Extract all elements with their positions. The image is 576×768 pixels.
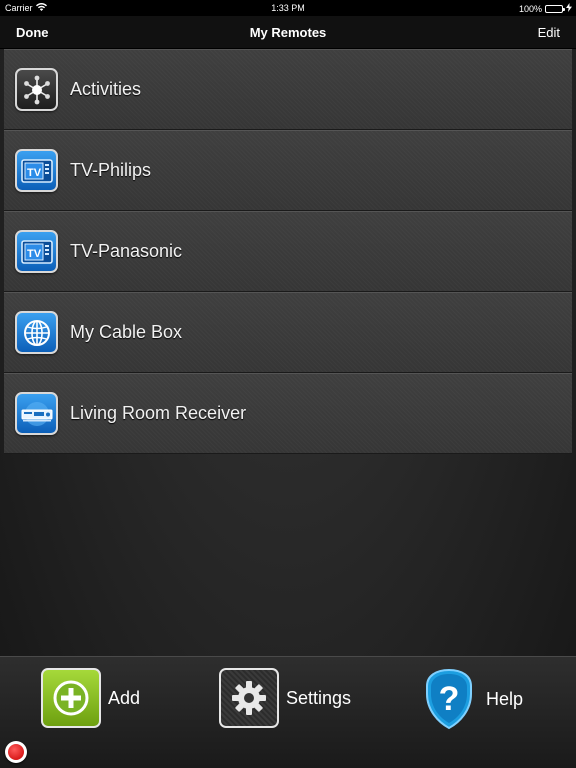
receiver-icon [15, 392, 58, 435]
help-button[interactable]: ? Help [424, 668, 523, 730]
help-shield-icon: ? [426, 668, 472, 730]
remote-label-cable-box: My Cable Box [70, 322, 183, 342]
tv-icon: TV [15, 149, 58, 192]
battery-icon [545, 4, 565, 13]
remote-list: Activities TV TV-Philips TV TV-Panasonic… [4, 49, 572, 454]
gear-icon [232, 681, 266, 715]
status-bar: Carrier 1:33 PM 100% [0, 0, 576, 16]
plus-circle-icon [53, 680, 89, 716]
remote-label-activities: Activities [70, 79, 142, 99]
settings-icon-box [219, 668, 279, 728]
status-right: 100% [519, 3, 572, 14]
remote-label-tv-panasonic: TV-Panasonic [70, 241, 183, 261]
svg-text:TV: TV [26, 167, 41, 179]
remote-label-tv-philips: TV-Philips [70, 160, 152, 180]
activities-hub-icon [15, 68, 58, 111]
add-button[interactable]: Add [41, 668, 140, 728]
remote-row-tv-panasonic[interactable]: TV TV-Panasonic [4, 211, 572, 292]
help-label: Help [486, 688, 524, 709]
remote-row-cable-box[interactable]: My Cable Box [4, 292, 572, 373]
remote-row-living-room-receiver[interactable]: Living Room Receiver [4, 373, 572, 454]
page-title: My Remotes [249, 25, 327, 40]
edit-button[interactable]: Edit [538, 25, 560, 40]
record-indicator-icon[interactable] [5, 741, 27, 763]
tv-icon: TV [15, 230, 58, 273]
remote-row-tv-philips[interactable]: TV TV-Philips [4, 130, 572, 211]
add-label: Add [108, 687, 141, 708]
remotes-screen: Carrier 1:33 PM 100% Done My Remotes Edi… [0, 0, 576, 768]
bottom-toolbar: Add Settings ? Help [0, 656, 576, 768]
record-dot-fill [8, 744, 24, 760]
battery-percent: 100% [518, 3, 542, 14]
navigation-bar: Done My Remotes Edit [0, 16, 576, 49]
settings-button[interactable]: Settings [219, 668, 351, 728]
svg-text:TV: TV [26, 248, 41, 260]
globe-icon [15, 311, 58, 354]
svg-text:?: ? [439, 680, 460, 718]
remote-label-living-room-receiver: Living Room Receiver [70, 403, 247, 423]
remote-row-activities[interactable]: Activities [4, 49, 572, 130]
settings-label: Settings [286, 687, 352, 708]
add-icon-box [41, 668, 101, 728]
charging-icon [566, 3, 572, 14]
status-time: 1:33 PM [271, 3, 305, 13]
